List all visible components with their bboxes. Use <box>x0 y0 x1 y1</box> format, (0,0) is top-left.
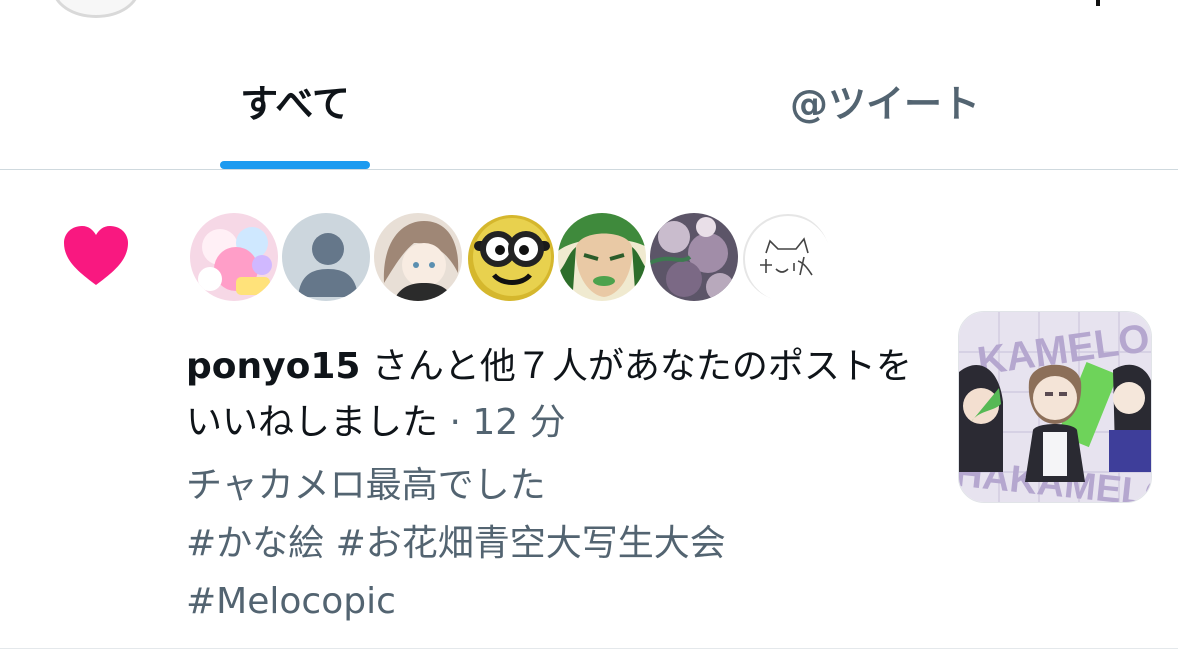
liker-avatars <box>188 211 832 305</box>
like-notification[interactable]: ponyo15 さんと他７人があなたのポストをいいねしました · 12 分 チャ… <box>0 171 1178 649</box>
avatar[interactable] <box>280 211 372 303</box>
notification-tabs: すべて @ツイート <box>0 50 1178 170</box>
avatar[interactable] <box>648 211 740 303</box>
tweet-hashtags[interactable]: #かな絵 #お花畑青空大写生大会 <box>186 515 926 573</box>
tab-all[interactable]: すべて <box>150 50 440 169</box>
tweet-media-thumbnail[interactable]: KAMELO HAKAMELO <box>958 311 1152 503</box>
tweet-preview[interactable]: チャカメロ最高でした #かな絵 #お花畑青空大写生大会 #Melocopic <box>186 457 926 631</box>
heart-icon <box>64 226 128 285</box>
tab-mentions-label: @ツイート <box>789 82 980 126</box>
active-tab-indicator <box>220 161 370 169</box>
tweet-line: チャカメロ最高でした <box>186 465 546 506</box>
avatar[interactable] <box>188 211 280 303</box>
notification-message: ponyo15 さんと他７人があなたのポストをいいねしました · 12 分 <box>186 339 926 451</box>
top-edge-mark <box>1096 0 1100 6</box>
avatar[interactable] <box>556 211 648 303</box>
profile-avatar[interactable] <box>52 0 140 18</box>
avatar[interactable] <box>372 211 464 303</box>
timestamp: 12 分 <box>472 402 566 443</box>
avatar[interactable] <box>740 211 832 303</box>
username[interactable]: ponyo15 <box>186 346 360 387</box>
tweet-hashtag[interactable]: #Melocopic <box>186 573 926 631</box>
tab-mentions[interactable]: @ツイート <box>740 50 1030 169</box>
separator: · <box>449 402 461 443</box>
avatar[interactable] <box>464 211 556 303</box>
tab-all-label: すべて <box>240 82 350 126</box>
